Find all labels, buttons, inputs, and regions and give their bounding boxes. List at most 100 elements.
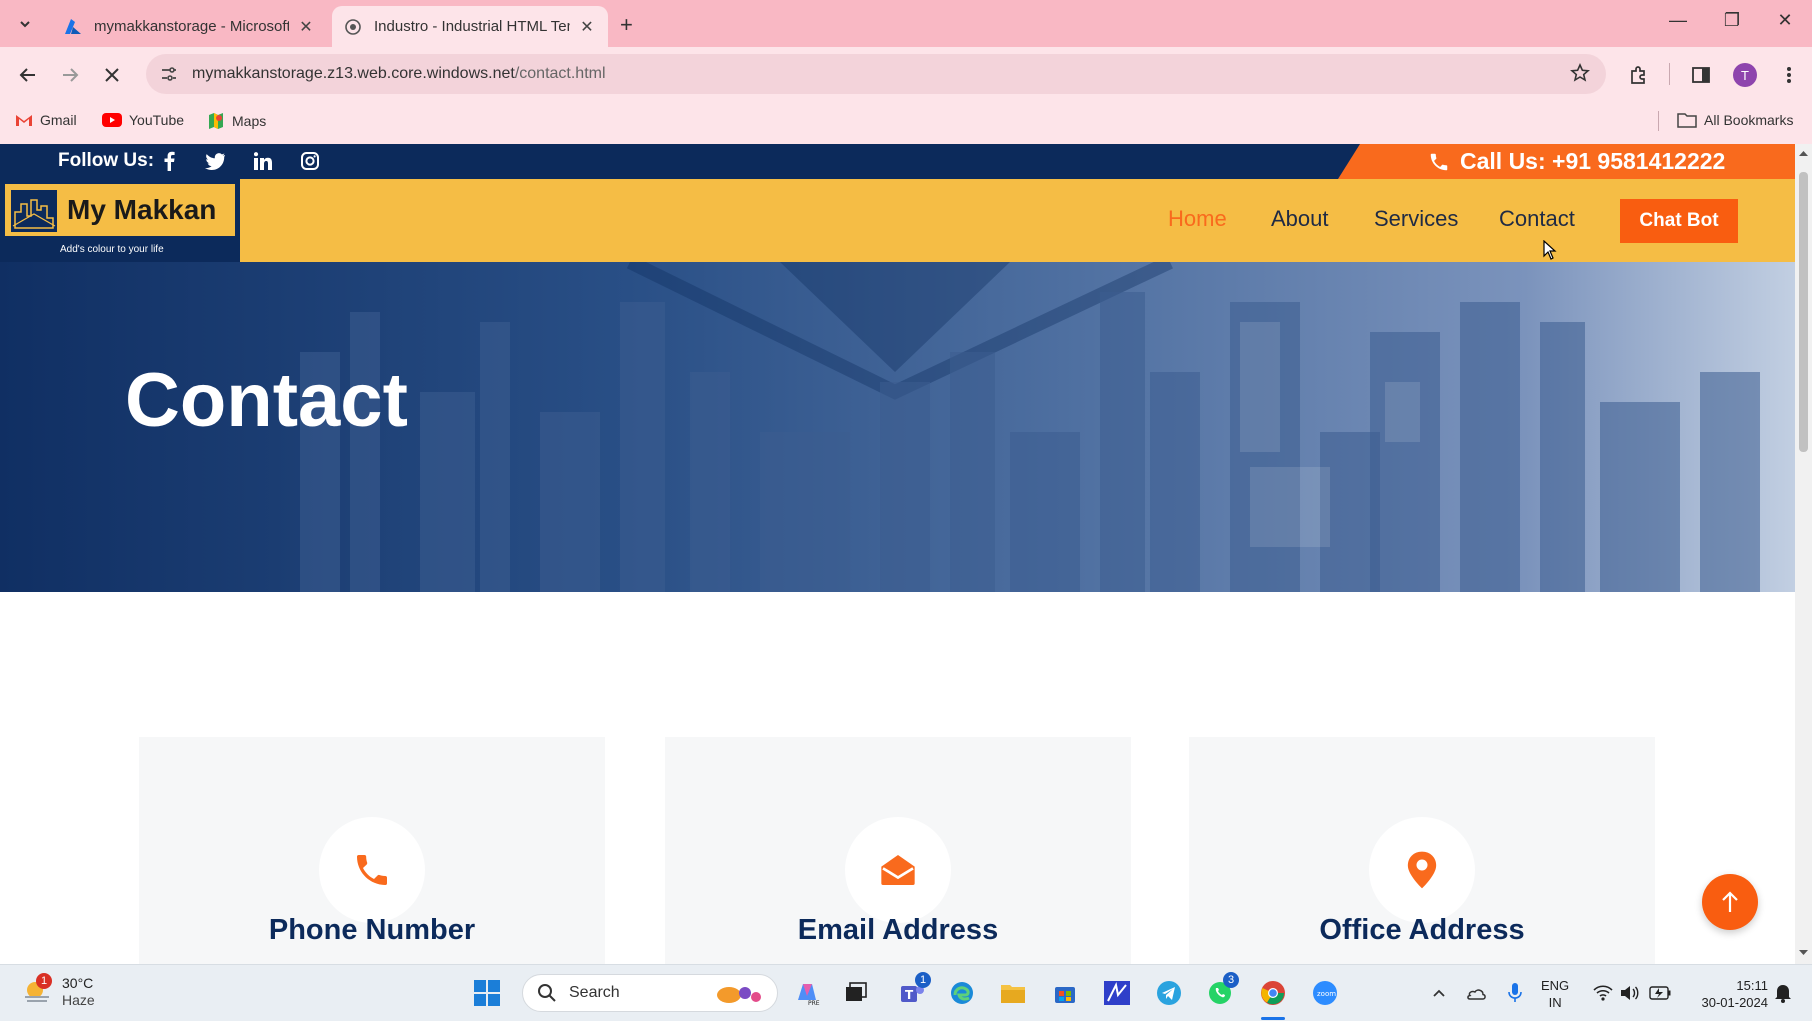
facebook-icon[interactable] — [158, 150, 180, 172]
page-header-banner: Contact — [0, 262, 1795, 592]
browser-toolbar: mymakkanstorage.z13.web.core.windows.net… — [0, 47, 1812, 101]
city-skyline-logo-icon — [11, 190, 57, 232]
gmail-icon — [16, 115, 32, 126]
call-us-text[interactable]: Call Us: +91 9581412222 — [1460, 148, 1725, 175]
chat-bot-button[interactable]: Chat Bot — [1620, 199, 1738, 243]
whatsapp-icon[interactable]: 3 — [1205, 972, 1239, 1008]
svg-text:PRE: PRE — [808, 1000, 820, 1006]
close-tab-icon[interactable]: ✕ — [578, 17, 596, 37]
bookmarks-divider — [1658, 111, 1659, 131]
windows-taskbar: 1 30°C Haze Search PRE T 1 3 zoom ENG IN… — [0, 964, 1812, 1021]
toolbar-divider — [1669, 63, 1670, 85]
linkedin-icon[interactable] — [252, 150, 274, 172]
minimize-icon[interactable]: — — [1663, 10, 1693, 31]
instagram-icon[interactable] — [299, 150, 321, 172]
zoom-icon[interactable]: zoom — [1310, 978, 1340, 1008]
url-text: mymakkanstorage.z13.web.core.windows.net… — [192, 65, 606, 82]
wifi-icon[interactable] — [1588, 978, 1618, 1008]
arrow-up-icon — [1722, 891, 1738, 912]
notifications-bell-icon[interactable] — [1768, 978, 1798, 1008]
stop-loading-icon[interactable] — [98, 61, 126, 89]
card-title: Email Address — [797, 914, 999, 946]
site-logo[interactable]: My Makkan Add's colour to your life — [0, 179, 240, 262]
svg-text:T: T — [905, 988, 914, 1002]
bookmark-gmail[interactable]: Gmail — [15, 112, 77, 128]
tab-search-chevron-icon[interactable] — [10, 10, 40, 38]
card-title: Phone Number — [268, 914, 476, 946]
maps-icon — [209, 113, 223, 129]
microsoft-store-icon[interactable] — [1050, 978, 1080, 1008]
weather-widget[interactable]: 1 30°C Haze — [22, 973, 95, 1009]
logo-badge: My Makkan — [3, 182, 237, 238]
scroll-down-icon[interactable] — [1798, 949, 1809, 957]
onedrive-cloud-icon[interactable] — [1461, 978, 1491, 1008]
nav-contact[interactable]: Contact — [1499, 206, 1575, 232]
weather-badge: 1 — [36, 973, 52, 989]
new-tab-plus-icon[interactable]: + — [620, 12, 633, 38]
email-card: Email Address — [665, 737, 1131, 964]
browser-tab-bar: mymakkanstorage - Microsoft A ✕ Industro… — [0, 0, 1812, 47]
clock[interactable]: 15:11 30-01-2024 — [1688, 977, 1769, 1011]
svg-text:zoom: zoom — [1317, 990, 1336, 998]
phone-card: Phone Number — [139, 737, 605, 964]
back-to-top-button[interactable] — [1702, 874, 1758, 930]
nav-about[interactable]: About — [1271, 206, 1329, 232]
back-arrow-icon[interactable] — [14, 61, 42, 89]
file-explorer-icon[interactable] — [998, 978, 1028, 1008]
nav-services[interactable]: Services — [1374, 206, 1458, 232]
telegram-icon[interactable] — [1154, 978, 1184, 1008]
language-indicator[interactable]: ENG IN — [1541, 977, 1569, 1011]
restore-icon[interactable]: ❐ — [1717, 10, 1747, 31]
azure-icon — [65, 18, 81, 34]
more-menu-icon[interactable] — [1775, 61, 1803, 89]
battery-charging-icon[interactable] — [1645, 978, 1675, 1008]
forward-arrow-icon[interactable] — [56, 61, 84, 89]
office-card: Office Address — [1189, 737, 1655, 964]
windows-start-icon[interactable] — [472, 978, 502, 1008]
profile-avatar[interactable]: T — [1733, 63, 1757, 87]
microphone-icon[interactable] — [1500, 978, 1530, 1008]
clock-time: 15:11 — [1736, 978, 1768, 993]
tab-title: mymakkanstorage - Microsoft A — [94, 18, 289, 35]
envelope-open-icon — [845, 817, 951, 923]
taskbar-search[interactable]: Search — [522, 974, 778, 1012]
copilot-icon[interactable]: PRE — [792, 978, 822, 1008]
site-settings-icon[interactable] — [160, 65, 178, 83]
folder-icon — [1677, 113, 1697, 128]
teams-icon[interactable]: T 1 — [897, 972, 931, 1008]
bookmark-star-icon[interactable] — [1570, 63, 1590, 83]
tab-mymakkanstorage[interactable]: mymakkanstorage - Microsoft A ✕ — [52, 6, 327, 47]
bookmark-maps[interactable]: Maps — [207, 112, 266, 130]
twitter-icon[interactable] — [204, 150, 226, 172]
weather-desc: Haze — [62, 992, 95, 1008]
close-tab-icon[interactable]: ✕ — [297, 17, 315, 37]
all-bookmarks[interactable]: All Bookmarks — [1677, 112, 1793, 128]
page-scrollbar[interactable] — [1795, 144, 1812, 964]
page-title: Contact — [125, 358, 408, 443]
side-panel-icon[interactable] — [1687, 61, 1715, 89]
mouse-cursor-icon — [1543, 240, 1557, 260]
logo-name: My Makkan — [67, 194, 217, 225]
clock-date: 30-01-2024 — [1701, 995, 1769, 1010]
task-view-icon[interactable] — [841, 978, 871, 1008]
tab-industro[interactable]: Industro - Industrial HTML Tem ✕ — [332, 6, 608, 47]
volume-icon[interactable] — [1615, 978, 1645, 1008]
address-bar[interactable]: mymakkanstorage.z13.web.core.windows.net… — [146, 54, 1606, 94]
vscode-like-app-icon[interactable] — [1102, 978, 1132, 1008]
haze-weather-icon: 1 — [22, 973, 52, 1007]
bookmark-youtube[interactable]: YouTube — [102, 112, 184, 128]
show-hidden-icons-chevron[interactable] — [1424, 978, 1454, 1008]
scroll-thumb[interactable] — [1799, 172, 1808, 452]
edge-icon[interactable] — [947, 978, 977, 1008]
extensions-puzzle-icon[interactable] — [1624, 61, 1652, 89]
scroll-up-icon[interactable] — [1798, 149, 1809, 157]
page-viewport: Follow Us: Call Us: +91 9581412222 My Ma — [0, 144, 1795, 964]
search-placeholder: Search — [569, 984, 620, 1001]
whatsapp-badge: 3 — [1223, 972, 1239, 988]
search-highlight-icon — [717, 987, 761, 1003]
follow-us-label: Follow Us: — [58, 150, 155, 171]
close-window-icon[interactable]: ✕ — [1770, 10, 1800, 31]
youtube-icon — [102, 113, 122, 127]
chrome-icon[interactable] — [1258, 978, 1288, 1008]
nav-home[interactable]: Home — [1168, 206, 1227, 232]
